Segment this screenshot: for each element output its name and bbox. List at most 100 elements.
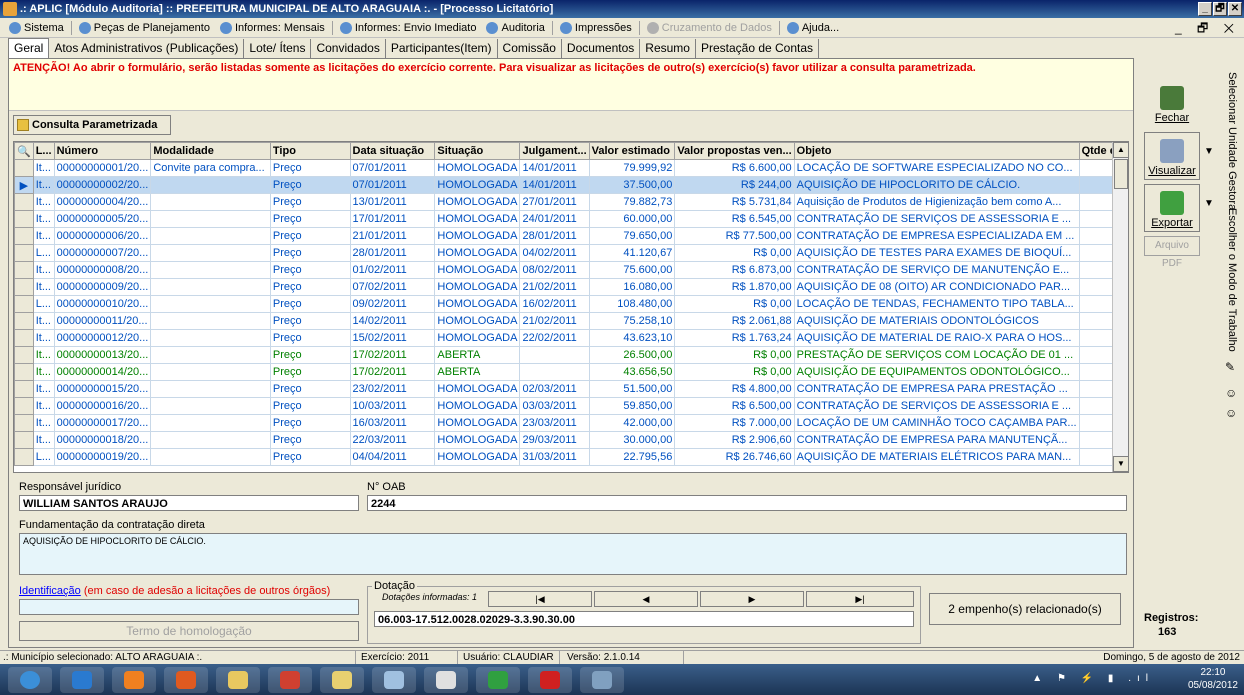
menu-item-7[interactable]: Ajuda... bbox=[782, 18, 844, 38]
fundamentacao-field[interactable]: AQUISIÇÃO DE HIPOCLORITO DE CÁLCIO. bbox=[19, 533, 1127, 575]
tab-2[interactable]: Lote/ Ítens bbox=[244, 39, 312, 58]
media-player-icon[interactable] bbox=[112, 667, 156, 693]
ie-icon[interactable] bbox=[60, 667, 104, 693]
column-header-1[interactable]: L... bbox=[32, 142, 55, 160]
menu-item-2[interactable]: Informes: Mensais bbox=[215, 18, 330, 38]
row-indicator[interactable] bbox=[14, 380, 34, 398]
termo-homologacao-button[interactable]: Termo de homologação bbox=[19, 621, 359, 641]
table-row[interactable]: It... 00000000009/20... Preço 07/02/2011 HOM… bbox=[14, 278, 1128, 296]
table-row[interactable]: It... 00000000004/20... Preço 13/01/2011 HOM… bbox=[14, 193, 1128, 211]
row-indicator[interactable] bbox=[14, 278, 34, 296]
menu-item-4[interactable]: Auditoria bbox=[481, 18, 549, 38]
minimize-button[interactable]: _ bbox=[1198, 2, 1212, 16]
user-icon[interactable]: ☺ bbox=[1225, 386, 1237, 400]
column-header-3[interactable]: Modalidade bbox=[150, 142, 271, 160]
pen-icon[interactable]: ✎ bbox=[1225, 360, 1235, 374]
table-row[interactable]: L... 00000000019/20... Preço 04/04/2011 HOMO… bbox=[14, 448, 1128, 466]
dotacao-field[interactable]: 06.003-17.512.0028.02029-3.3.90.30.00 bbox=[374, 611, 914, 627]
tab-3[interactable]: Convidados bbox=[311, 39, 386, 58]
tab-0[interactable]: Geral bbox=[8, 38, 50, 58]
acrobat-icon[interactable] bbox=[528, 667, 572, 693]
menu-item-1[interactable]: Peças de Planejamento bbox=[74, 18, 215, 38]
row-indicator[interactable] bbox=[14, 329, 34, 347]
column-header-7[interactable]: Julgament... bbox=[519, 142, 590, 160]
table-row[interactable]: It... 00000000008/20... Preço 01/02/2011 HOM… bbox=[14, 261, 1128, 279]
chrome-icon[interactable] bbox=[268, 667, 312, 693]
table-row[interactable]: It... 00000000017/20... Preço 16/03/2011 HOM… bbox=[14, 414, 1128, 432]
menu-item-0[interactable]: Sistema bbox=[4, 18, 69, 38]
table-row[interactable]: L... 00000000007/20... Preço 28/01/2011 HOMO… bbox=[14, 244, 1128, 262]
aplic-icon[interactable] bbox=[580, 667, 624, 693]
scroll-down-icon[interactable]: ▼ bbox=[1113, 456, 1128, 472]
column-header-9[interactable]: Valor propostas ven... bbox=[674, 142, 795, 160]
tab-7[interactable]: Resumo bbox=[640, 39, 696, 58]
menu-item-6[interactable]: Cruzamento de Dados bbox=[642, 18, 777, 38]
row-indicator[interactable] bbox=[14, 346, 34, 364]
consulta-parametrizada-button[interactable]: Consulta Parametrizada bbox=[13, 115, 171, 135]
system-tray[interactable]: ▲ ⚑ ⚡ ▮ .ıl bbox=[1032, 673, 1154, 684]
row-indicator[interactable] bbox=[14, 414, 34, 432]
menu-item-3[interactable]: Informes: Envio Imediato bbox=[335, 18, 482, 38]
table-row[interactable]: It... 00000000001/20... Convite para compr… bbox=[14, 159, 1128, 177]
column-header-6[interactable]: Situação bbox=[434, 142, 521, 160]
notepad-icon[interactable] bbox=[424, 667, 468, 693]
column-header-5[interactable]: Data situação bbox=[349, 142, 436, 160]
column-header-4[interactable]: Tipo bbox=[269, 142, 351, 160]
responsavel-field[interactable]: WILLIAM SANTOS ARAUJO bbox=[19, 495, 359, 511]
row-indicator[interactable] bbox=[14, 210, 34, 228]
restore-button[interactable]: 🗗 bbox=[1213, 2, 1227, 16]
row-indicator[interactable] bbox=[14, 244, 34, 262]
table-row[interactable]: It... 00000000014/20... Preço 17/02/2011 ABE… bbox=[14, 363, 1128, 381]
table-row[interactable]: It... 00000000012/20... Preço 15/02/2011 HOM… bbox=[14, 329, 1128, 347]
visualizar-button[interactable]: Visualizar bbox=[1144, 132, 1200, 180]
menu-item-5[interactable]: Impressões bbox=[555, 18, 637, 38]
folder-icon[interactable] bbox=[320, 667, 364, 693]
row-indicator[interactable]: ▶ bbox=[14, 176, 34, 194]
escolher-modo-trabalho[interactable]: Escolher o Modo de Trabalho bbox=[1226, 208, 1238, 352]
user2-icon[interactable]: ☺ bbox=[1225, 406, 1237, 420]
identificacao-field[interactable] bbox=[19, 599, 359, 615]
exportar-dropdown-icon[interactable]: ▼ bbox=[1204, 198, 1214, 209]
table-row[interactable]: It... 00000000006/20... Preço 21/01/2011 HOM… bbox=[14, 227, 1128, 245]
row-indicator[interactable] bbox=[14, 227, 34, 245]
network-icon[interactable] bbox=[372, 667, 416, 693]
tab-4[interactable]: Participantes(Item) bbox=[386, 39, 498, 58]
scroll-up-icon[interactable]: ▲ bbox=[1113, 142, 1128, 158]
row-indicator[interactable] bbox=[14, 448, 34, 466]
nav-next-button[interactable]: ▶ bbox=[700, 591, 804, 607]
table-row[interactable]: It... 00000000005/20... Preço 17/01/2011 HOM… bbox=[14, 210, 1128, 228]
row-indicator[interactable] bbox=[14, 431, 34, 449]
grid-scrollbar[interactable]: ▲ ▼ bbox=[1112, 142, 1128, 472]
tab-1[interactable]: Atos Administrativos (Publicações) bbox=[49, 39, 245, 58]
exportar-button[interactable]: Exportar bbox=[1144, 184, 1200, 232]
column-header-8[interactable]: Valor estimado bbox=[588, 142, 676, 160]
explorer-icon[interactable] bbox=[216, 667, 260, 693]
tab-5[interactable]: Comissão bbox=[498, 39, 562, 58]
licitacoes-grid[interactable]: 🔍 L... Número Modalidade Tipo Data situação Si… bbox=[13, 141, 1129, 473]
firefox-icon[interactable] bbox=[164, 667, 208, 693]
clock[interactable]: 22:10 05/08/2012 bbox=[1188, 666, 1238, 692]
column-header-2[interactable]: Número bbox=[53, 142, 152, 160]
table-row[interactable]: It... 00000000018/20... Preço 22/03/2011 HOM… bbox=[14, 431, 1128, 449]
row-indicator[interactable] bbox=[14, 261, 34, 279]
table-row[interactable]: It... 00000000015/20... Preço 23/02/2011 HOM… bbox=[14, 380, 1128, 398]
table-row[interactable]: It... 00000000011/20... Preço 14/02/2011 HOM… bbox=[14, 312, 1128, 330]
visualizar-dropdown-icon[interactable]: ▼ bbox=[1204, 146, 1214, 157]
row-indicator[interactable] bbox=[14, 397, 34, 415]
close-button[interactable]: ✕ bbox=[1228, 2, 1242, 16]
tab-6[interactable]: Documentos bbox=[562, 39, 641, 58]
row-indicator[interactable] bbox=[14, 295, 34, 313]
fechar-button[interactable]: Fechar bbox=[1144, 80, 1200, 126]
identificacao-link[interactable]: Identificação bbox=[19, 585, 81, 597]
oab-field[interactable]: 2244 bbox=[367, 495, 1127, 511]
empenhos-button[interactable]: 2 empenho(s) relacionado(s) bbox=[929, 593, 1121, 625]
tab-8[interactable]: Prestação de Contas bbox=[696, 39, 820, 58]
selecionar-unidade-gestora[interactable]: Selecionar Unidade Gestora bbox=[1226, 72, 1238, 210]
row-indicator[interactable] bbox=[14, 193, 34, 211]
row-indicator[interactable] bbox=[14, 363, 34, 381]
table-row[interactable]: It... 00000000013/20... Preço 17/02/2011 ABE… bbox=[14, 346, 1128, 364]
start-orb[interactable] bbox=[8, 667, 52, 693]
arquivo-pdf-button[interactable]: Arquivo PDF bbox=[1144, 236, 1200, 269]
row-indicator[interactable] bbox=[14, 159, 34, 177]
row-indicator[interactable] bbox=[14, 312, 34, 330]
